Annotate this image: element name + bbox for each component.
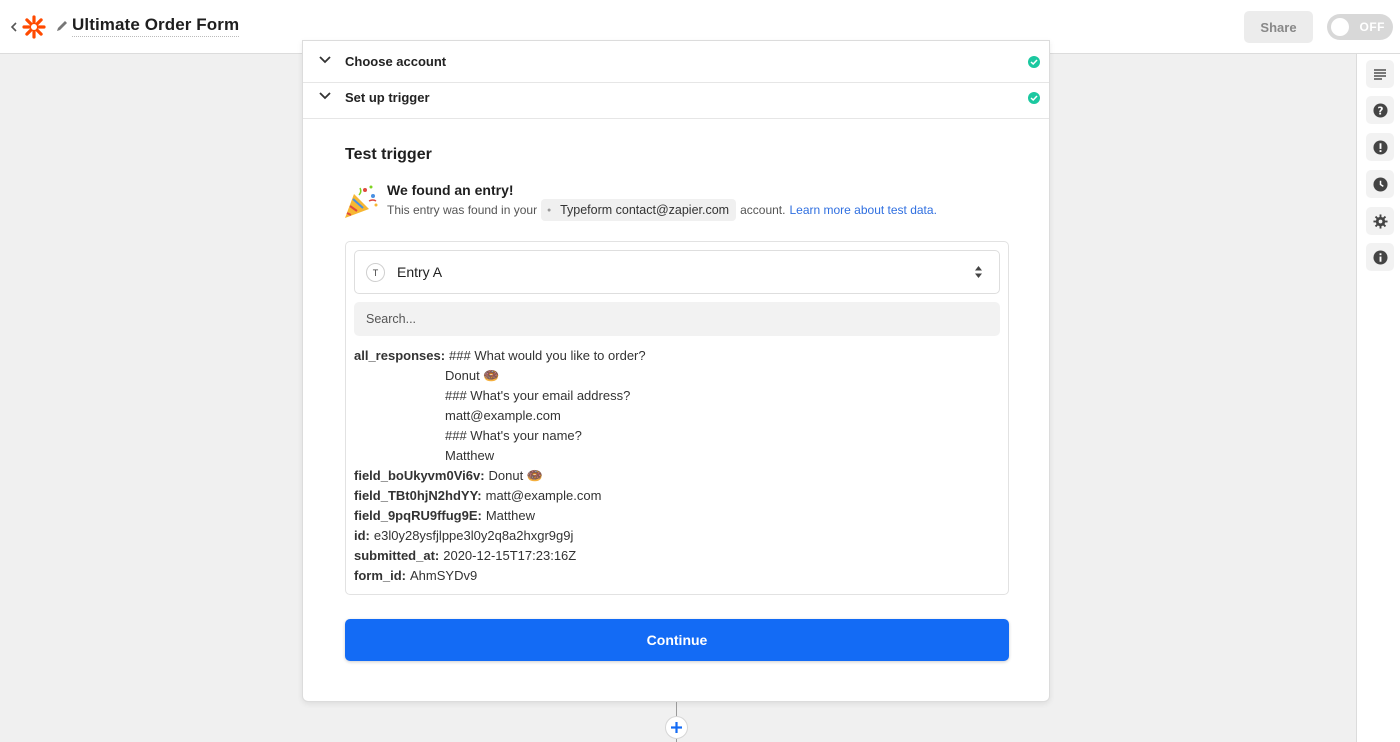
learn-more-link[interactable]: Learn more about test data. [789,203,936,217]
field-value: Matthew [485,508,535,523]
field-row: field_9pqRU9ffug9E: Matthew [354,506,994,526]
back-chevron-icon[interactable] [8,17,20,37]
field-value-line: ### What's your email address? [354,386,994,406]
field-row: field_boUkyvm0Vi6v: Donut 🍩 [354,466,994,486]
field-value: Donut 🍩 [445,368,500,383]
field-value: Donut 🍩 [488,468,544,483]
zapier-logo[interactable] [22,15,46,39]
alerts-button[interactable] [1366,133,1394,161]
field-value: AhmSYDv9 [410,568,478,583]
zap-title[interactable]: Ultimate Order Form [72,15,240,37]
add-step-button[interactable] [665,716,688,739]
field-value: Matthew [445,448,495,463]
chevron-down-icon [319,56,331,64]
field-value: e3l0y28ysfjlppe3l0y2q8a2hxgr9g9j [373,528,574,543]
plus-icon [671,722,682,733]
field-value: matt@example.com [485,488,602,503]
outline-button[interactable] [1366,60,1394,88]
step-label: Choose account [345,54,447,69]
field-row: submitted_at: 2020-12-15T17:23:16Z [354,546,994,566]
field-key: id: [354,528,370,543]
chevron-down-icon [319,92,331,100]
step-label: Set up trigger [345,90,430,105]
found-suffix: account. [740,203,786,217]
found-entry-title: We found an entry! [387,182,514,198]
question-icon: ? [1372,102,1388,118]
trigger-step-card: Choose account Set up trigger Test trigg… [302,40,1050,702]
info-button[interactable] [1366,243,1394,271]
found-entry-description: This entry was found in your ● Typeform … [387,199,937,221]
field-value: 2020-12-15T17:23:16Z [443,548,577,563]
field-row: form_id: AhmSYDv9 [354,566,994,586]
pencil-icon[interactable] [55,19,69,33]
toggle-knob [1331,18,1349,36]
field-key: form_id: [354,568,406,583]
field-key: all_responses: [354,348,446,363]
settings-button[interactable] [1366,207,1394,235]
field-value: ### What would you like to order? [449,348,646,363]
zap-on-off-toggle[interactable]: OFF [1327,14,1393,40]
entry-fields: all_responses: ### What would you like t… [354,346,994,586]
field-value-line: Donut 🍩 [354,366,994,386]
account-pill: ● Typeform contact@zapier.com [541,199,737,221]
entry-select-value: Entry A [397,264,443,280]
help-button[interactable]: ? [1366,96,1394,124]
entry-panel: T Entry A all_responses: ### What would … [345,241,1009,595]
svg-text:?: ? [1377,105,1383,117]
info-icon [1372,249,1388,265]
toggle-label: OFF [1359,20,1385,34]
field-value-line: Matthew [354,446,994,466]
check-circle-icon [1028,92,1040,104]
section-title: Test trigger [345,146,432,163]
typeform-app-icon: T [366,263,385,282]
field-key: field_TBt0hjN2hdYY: [354,488,482,503]
entry-select[interactable]: T Entry A [354,250,1000,294]
party-popper-icon [345,185,378,218]
field-row: all_responses: ### What would you like t… [354,346,994,366]
field-key: field_boUkyvm0Vi6v: [354,468,485,483]
field-row: field_TBt0hjN2hdYY: matt@example.com [354,486,994,506]
sort-arrows-icon [975,266,982,278]
history-button[interactable] [1366,170,1394,198]
share-button[interactable]: Share [1244,11,1313,43]
field-value: matt@example.com [445,408,561,423]
field-row: id: e3l0y28ysfjlppe3l0y2q8a2hxgr9g9j [354,526,994,546]
gear-icon [1372,213,1388,229]
clock-icon [1372,176,1388,192]
field-value: ### What's your email address? [445,388,631,403]
step-set-up-trigger[interactable]: Set up trigger [303,77,1049,119]
field-value-line: matt@example.com [354,406,994,426]
check-circle-icon [1028,56,1040,68]
field-key: submitted_at: [354,548,440,563]
list-icon [1374,69,1386,80]
right-sidebar: ? [1356,54,1400,742]
field-search-input[interactable] [354,302,1000,336]
field-value: ### What's your name? [445,428,582,443]
field-value-line: ### What's your name? [354,426,994,446]
continue-button[interactable]: Continue [345,619,1009,661]
typeform-icon: ● [546,206,552,214]
account-label: Typeform contact@zapier.com [560,203,730,217]
found-prefix: This entry was found in your [387,203,538,217]
field-key: field_9pqRU9ffug9E: [354,508,482,523]
exclamation-icon [1372,139,1388,155]
